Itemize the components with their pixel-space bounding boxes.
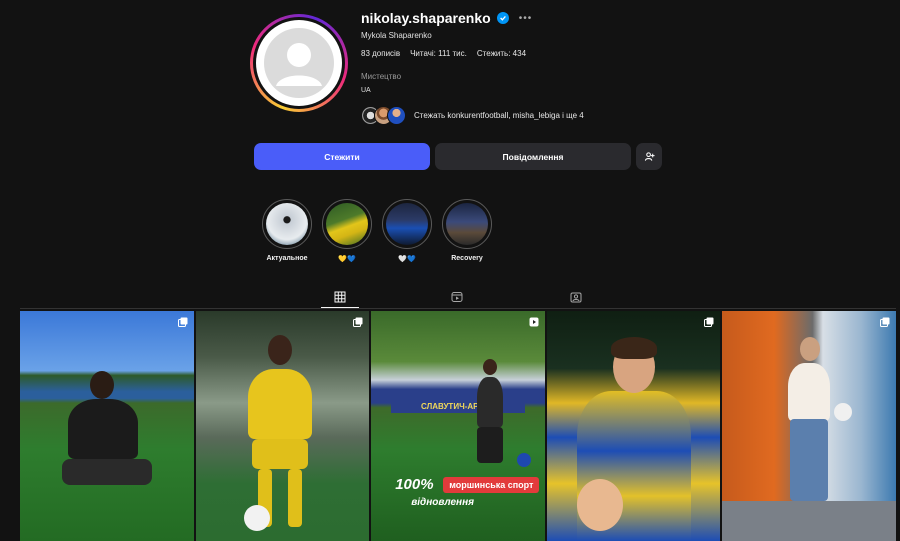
add-user-icon: [644, 152, 655, 161]
multi-image-icon: [704, 317, 714, 327]
post-thumbnail[interactable]: [195, 311, 370, 541]
follower-avatar: [387, 106, 406, 125]
post-thumbnail[interactable]: [546, 311, 721, 541]
more-horizontal-icon[interactable]: •••: [519, 13, 533, 24]
tab-tagged[interactable]: [557, 286, 595, 308]
promo-subtitle: відновлення: [411, 497, 474, 508]
tagged-icon: [570, 292, 582, 303]
follow-button[interactable]: Стежити: [254, 143, 430, 170]
posts-grid: СЛАВУТИЧ-АРЕНА 100% моршинська спорт від…: [20, 311, 896, 541]
sponsor-logo: моршинська спорт: [443, 477, 540, 493]
football: [517, 453, 532, 467]
highlight-ring: [382, 199, 432, 249]
posts-count: 83 дописів: [361, 49, 401, 58]
floor: [722, 501, 896, 541]
bio: UA: [361, 87, 371, 94]
username-row: nikolay.shaparenko •••: [361, 10, 532, 26]
player-shorts: [251, 439, 308, 469]
highlight-ring: [322, 199, 372, 249]
avatar-border: [253, 17, 345, 109]
followed-by[interactable]: Стежать konkurentfootball, misha_lebiga …: [361, 106, 584, 125]
highlight-label: 💛💙: [338, 256, 356, 263]
stadium-banner: СЛАВУТИЧ-АРЕНА: [391, 399, 526, 413]
highlight-label: 🤍💙: [398, 256, 416, 263]
post-thumbnail[interactable]: [722, 311, 896, 541]
player-legs: [62, 459, 152, 485]
grid-icon: [334, 291, 346, 302]
player-leg: [287, 469, 302, 527]
highlight-label: Актуальное: [266, 255, 308, 262]
highlight-item[interactable]: 🤍💙: [382, 199, 432, 263]
tabs-divider: [20, 308, 896, 309]
highlight-ring: [442, 199, 492, 249]
highlight-cover: [326, 203, 368, 245]
football: [834, 403, 853, 421]
category-label: Мистецтво: [361, 72, 402, 81]
following-count[interactable]: Стежить: 434: [477, 49, 526, 58]
player-head: [800, 337, 821, 361]
highlight-cover: [266, 203, 308, 245]
message-button[interactable]: Повідомлення: [435, 143, 631, 170]
player-figure: [247, 369, 312, 439]
tab-reels[interactable]: [438, 286, 476, 308]
player-sweater: [788, 363, 831, 421]
player-head: [90, 371, 114, 399]
reels-icon: [451, 292, 463, 302]
followed-by-text: Стежать konkurentfootball, misha_lebiga …: [414, 111, 584, 120]
verified-badge-icon: [496, 12, 509, 24]
player-figure: [68, 399, 138, 459]
highlight-label: Recovery: [451, 255, 483, 262]
tab-posts[interactable]: [321, 286, 359, 308]
profile-avatar-ring[interactable]: [250, 14, 348, 112]
suggested-users-button[interactable]: [636, 143, 662, 170]
highlight-item[interactable]: Актуальное: [262, 199, 312, 263]
player-head: [483, 359, 498, 375]
post-thumbnail[interactable]: СЛАВУТИЧ-АРЕНА 100% моршинська спорт від…: [371, 311, 545, 541]
highlight-item[interactable]: Recovery: [442, 199, 492, 263]
profile-stats: 83 дописів Читачі: 111 тис. Стежить: 434: [361, 49, 526, 58]
multi-image-icon: [879, 317, 890, 327]
player-figure: [477, 377, 504, 427]
username: nikolay.shaparenko: [361, 10, 491, 26]
default-user-icon: [264, 28, 334, 98]
highlight-cover: [446, 203, 488, 245]
full-name: Mykola Shaparenko: [361, 31, 432, 40]
highlight-cover: [386, 203, 428, 245]
post-thumbnail[interactable]: [20, 311, 194, 541]
child-head: [576, 479, 623, 531]
followers-count[interactable]: Читачі: 111 тис.: [410, 49, 467, 58]
player-head: [267, 335, 292, 365]
followed-by-avatars: [361, 106, 406, 125]
player-legs: [477, 427, 504, 463]
multi-image-icon: [177, 317, 188, 327]
avatar: [256, 20, 342, 106]
reel-icon: [529, 317, 539, 327]
multi-image-icon: [353, 317, 363, 327]
highlight-item[interactable]: 💛💙: [322, 199, 372, 263]
player-jeans: [790, 419, 829, 501]
football: [243, 505, 270, 531]
story-highlights: Актуальное 💛💙 🤍💙 Recovery: [262, 199, 492, 263]
promo-headline: 100%: [395, 476, 434, 493]
player-hair: [610, 337, 657, 359]
highlight-ring: [262, 199, 312, 249]
